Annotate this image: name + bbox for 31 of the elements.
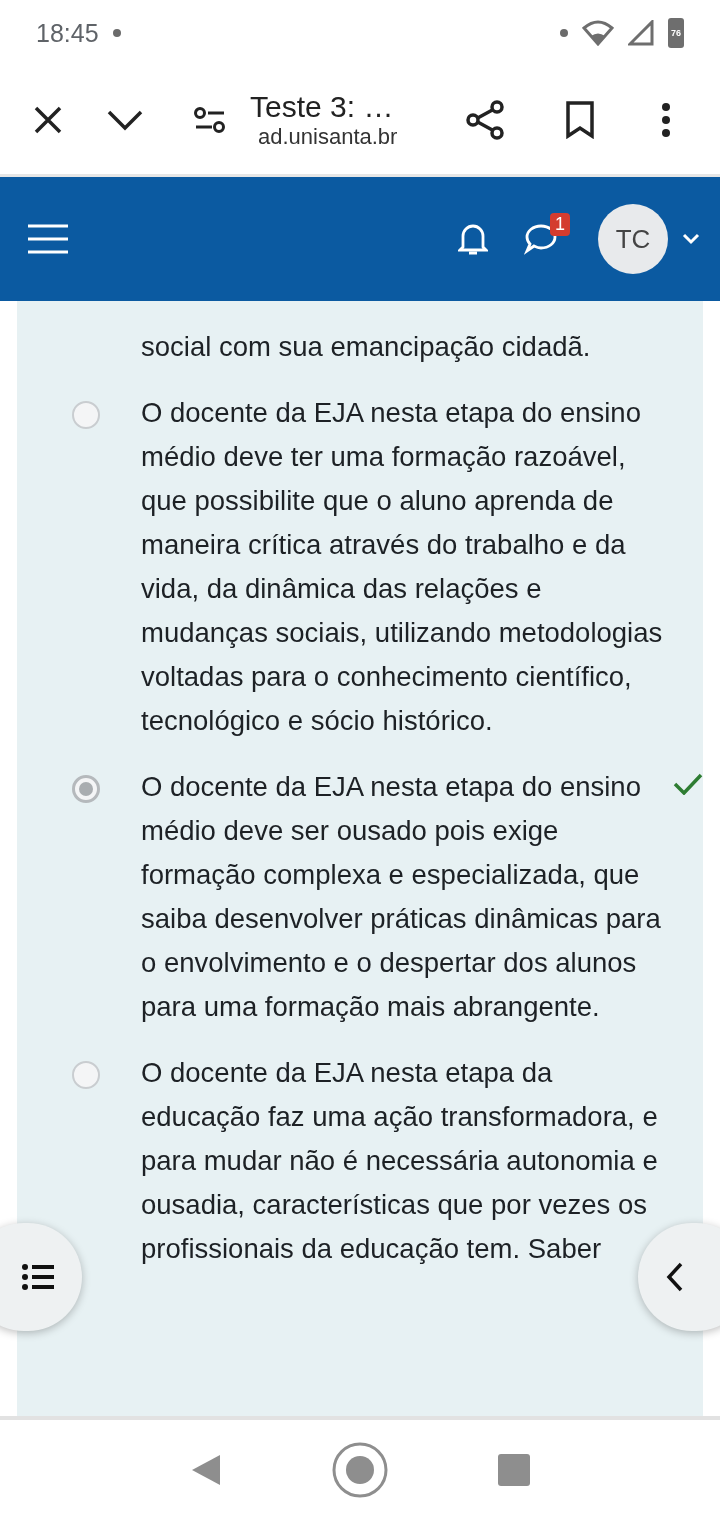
page-title: Teste 3: … — [250, 90, 395, 124]
bookmark-icon — [565, 101, 595, 139]
notifications-button[interactable] — [458, 222, 488, 256]
user-avatar[interactable]: TC — [598, 204, 668, 274]
list-icon — [22, 1263, 54, 1291]
page-url: ad.unisanta.br — [258, 124, 399, 150]
message-count-badge: 1 — [550, 213, 570, 236]
clock-time: 18:45 — [36, 18, 99, 48]
answer-radio[interactable] — [72, 775, 100, 803]
answer-text: social com sua emancipação cidadã. — [141, 330, 592, 364]
notification-dot-icon — [560, 29, 568, 37]
chevron-left-icon — [666, 1262, 684, 1292]
wifi-icon — [582, 20, 614, 46]
answer-text: O docente da EJA nesta etapa do ensino médio deve ter uma formação razoável, que possibilite que o aluno aprenda de maneira crítica através do trabalho e da vida, da dinâmica das relações e mudanças sociais, utilizando metodologias voltadas para o conhecimento científico, tecnológico e sócio histórico. — [141, 396, 664, 738]
signal-icon — [628, 20, 654, 46]
back-icon[interactable] — [190, 1453, 222, 1487]
answer-radio[interactable] — [72, 1061, 100, 1089]
messages-button[interactable] — [524, 223, 558, 255]
menu-button[interactable] — [28, 223, 68, 255]
chevron-down-icon — [107, 109, 143, 131]
home-icon[interactable] — [332, 1442, 388, 1498]
notification-dot-icon — [112, 29, 121, 37]
share-icon — [465, 99, 505, 141]
close-icon — [33, 105, 63, 135]
answer-text: O docente da EJA nesta etapa do ensino médio deve ser ousado pois exige formação complexa e especializada, que saiba desenvolver práticas dinâmicas para o envolvimento e o despertar dos alunos para uma formação mais abrangente. — [141, 770, 662, 1024]
answer-text: O docente da EJA nesta etapa da educação faz uma ação transformadora, e para mudar não é necessária autonomia e ousadia, características que por vezes os profissionais da educação tem. Saber — [141, 1056, 659, 1266]
sliders-icon — [194, 105, 226, 135]
more-icon — [661, 102, 671, 138]
battery-icon: 76 — [668, 18, 684, 48]
user-menu-caret-icon[interactable] — [682, 233, 700, 245]
answer-radio[interactable] — [72, 401, 100, 429]
